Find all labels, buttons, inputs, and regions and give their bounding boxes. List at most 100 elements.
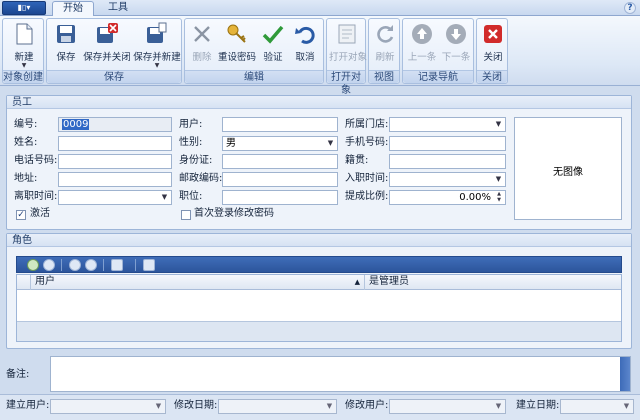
postcode-field[interactable] [222,172,338,187]
created-by-field: ▼ [50,399,166,414]
commission-value: 0.00% [459,192,491,203]
save-and-close-button[interactable]: 保存并关闭 [83,22,131,70]
position-field[interactable] [222,190,338,205]
store-select[interactable]: ▼ [389,117,506,132]
gender-select[interactable]: 男 ▼ [222,136,338,151]
open-object-label: 打开对象 [329,52,368,63]
sort-ascending-icon: ▲ [354,278,360,286]
move-down-icon[interactable] [85,259,97,271]
leave-date-label: 离职时间: [14,191,58,202]
ribbon-group-label: 视图 [369,70,399,83]
modified-date-field: ▼ [218,399,337,414]
chevron-down-icon[interactable]: ▼ [325,138,336,149]
leave-date-field[interactable]: ▼ [58,190,172,205]
hometown-field[interactable] [389,154,506,169]
undo-icon [295,26,315,44]
chevron-down-icon[interactable]: ▼ [159,192,170,203]
close-button[interactable]: 关闭 [479,22,507,70]
save-button[interactable]: 保存 [51,22,81,70]
user-field[interactable] [222,117,338,132]
phone-field[interactable] [58,154,172,169]
save-and-new-button[interactable]: 保存并新建 ▼ [133,22,181,70]
next-record-button[interactable]: 下一条 [440,22,472,70]
chevron-down-icon: ▼ [495,402,502,410]
mobile-label: 手机号码: [345,137,389,148]
delete-button-label: 删除 [192,52,212,63]
export-icon[interactable] [111,259,123,271]
ribbon-group-save: 保存 保存并关闭 保存并新建 ▼ 保存 [46,18,182,84]
ribbon: 新建 ▼ 对象创建 保存 保存并关闭 保存并新建 ▼ 保存 删除 重设密码 验证… [0,16,640,96]
roles-panel-title: 角色 [7,234,631,247]
save-button-label: 保存 [56,52,76,63]
toolbar-separator [103,259,104,271]
gender-label: 性别: [179,137,203,148]
employee-panel-title: 员工 [7,96,631,109]
roles-grid: 用户 ▲ 是管理员 [16,274,622,342]
modified-by-label: 修改用户: [345,400,389,411]
chevron-down-icon: ▼ [154,62,160,69]
move-up-icon[interactable] [69,259,81,271]
chevron-down-icon[interactable]: ▼ [493,174,504,185]
ribbon-tab-strip: ▮▯▾ 开始 工具 ? [0,0,640,16]
idcard-label: 身份证: [179,155,213,166]
chevron-down-icon: ▼ [326,402,333,410]
new-button-label: 新建 [14,52,34,63]
open-object-icon [338,24,356,44]
chevron-down-icon[interactable]: ▼ [493,119,504,130]
row-indicator-header [17,275,31,290]
cancel-button-label: 取消 [295,52,315,63]
active-checkbox[interactable]: ✓ [16,210,26,220]
save-close-icon [97,23,118,43]
open-object-button[interactable]: 打开对象 [329,22,368,70]
cancel-button[interactable]: 取消 [291,22,319,70]
remark-label: 备注: [6,369,30,380]
ribbon-group-label: 关闭 [477,70,507,83]
commission-spinner[interactable]: ▲ ▼ [494,191,504,204]
name-field[interactable] [58,136,172,151]
toolbar-separator [135,259,136,271]
toolbar-separator [61,259,62,271]
reset-password-button[interactable]: 重设密码 [217,22,257,70]
next-record-label: 下一条 [441,52,471,63]
ribbon-group-label: 保存 [47,70,181,83]
verify-button[interactable]: 验证 [259,22,287,70]
arrow-down-circle-icon [446,24,466,44]
column-is-admin[interactable]: 是管理员 [365,275,621,290]
help-icon[interactable]: ? [624,2,636,14]
tab-start[interactable]: 开始 [52,1,94,16]
application-menu-button[interactable]: ▮▯▾ [2,1,46,15]
new-row-area[interactable] [17,321,621,341]
add-row-icon[interactable] [27,259,39,271]
previous-record-button[interactable]: 上一条 [406,22,438,70]
modified-date-label: 修改日期: [174,400,218,411]
remark-scrollbar[interactable] [620,357,630,391]
commission-field[interactable]: 0.00% ▲ ▼ [389,190,506,205]
address-field[interactable] [58,172,172,187]
ribbon-group-label: 编辑 [185,70,323,83]
ribbon-group-view: 刷新 视图 [368,18,400,84]
delete-button[interactable]: 删除 [189,22,215,70]
mobile-field[interactable] [389,136,506,151]
chevron-down-icon: ▼ [155,402,162,410]
save-new-icon [147,22,167,43]
new-document-icon [16,23,33,45]
join-date-field[interactable]: ▼ [389,172,506,187]
ribbon-group-label: 对象创建 [3,70,43,83]
id-value: 0009 [62,119,90,130]
remark-textarea[interactable] [50,356,631,392]
chevron-down-icon: ▼ [21,62,27,69]
refresh-button-label: 刷新 [375,52,395,63]
idcard-field[interactable] [222,154,338,169]
change-password-checkbox[interactable] [181,210,191,220]
column-user[interactable]: 用户 ▲ [31,275,365,290]
employee-photo[interactable]: 无图像 [514,117,622,220]
ribbon-group-label: 打开对象 [327,70,365,96]
tab-tools[interactable]: 工具 [98,1,138,16]
find-icon[interactable] [143,259,155,271]
remove-row-icon[interactable] [43,259,55,271]
no-image-text: 无图像 [553,167,583,178]
id-field[interactable]: 0009 [58,117,172,132]
new-button[interactable]: 新建 ▼ [7,22,41,70]
ribbon-group-close: 关闭 关闭 [476,18,508,84]
refresh-button[interactable]: 刷新 [371,22,399,70]
